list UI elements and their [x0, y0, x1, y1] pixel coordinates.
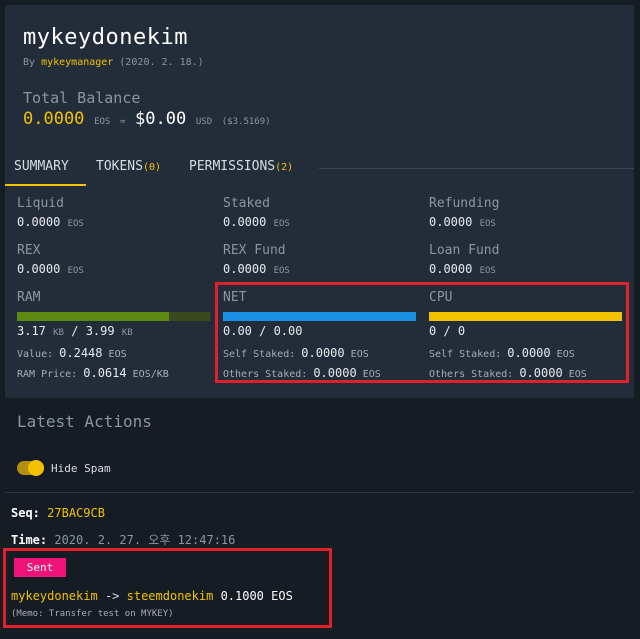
refunding-unit: EOS [479, 219, 496, 229]
staked-value: 0.0000 [223, 215, 267, 229]
ram-total: 3.99 [85, 324, 115, 338]
refunding-label: Refunding [429, 196, 500, 211]
rex-label: REX [17, 243, 41, 258]
liquid-label: Liquid [17, 196, 64, 211]
time-label: Time: [11, 533, 48, 547]
hide-spam-toggle[interactable] [17, 460, 44, 476]
ram-bar-fill [17, 312, 170, 321]
account-byline: By mykeymanager (2020. 2. 18.) [23, 57, 204, 68]
ram-separator: / [71, 324, 79, 338]
rex-value-row: 0.0000 EOS [17, 262, 212, 276]
total-balance-label: Total Balance [23, 89, 141, 107]
tab-summary-label: SUMMARY [14, 159, 69, 174]
ram-used-unit: KB [53, 328, 64, 338]
time-row: Time: 2020. 2. 27. 오후 12:47:16 [11, 531, 235, 548]
liquid-value: 0.0000 [17, 215, 61, 229]
rex-fund-cell: REX Fund 0.0000 EOS [223, 243, 418, 276]
staked-value-row: 0.0000 EOS [223, 215, 418, 229]
tab-summary[interactable]: SUMMARY [14, 159, 69, 174]
liquid-unit: EOS [67, 219, 84, 229]
ram-value-unit: EOS [108, 349, 127, 360]
ram-used: 3.17 [17, 324, 46, 338]
ram-bar-track [17, 312, 210, 321]
ram-cell: RAM [17, 290, 212, 305]
ram-price-row: RAM Price: 0.0614 EOS/KB [17, 366, 169, 380]
total-balance-row: 0.0000 EOS ≈ $0.00 USD ($3.5169) [23, 109, 271, 129]
refunding-cell: Refunding 0.0000 EOS [429, 196, 624, 229]
created-date: (2020. 2. 18.) [119, 57, 204, 68]
ram-label: RAM [17, 290, 41, 305]
loan-fund-cell: Loan Fund 0.0000 EOS [429, 243, 624, 276]
staked-label: Staked [223, 196, 270, 211]
rex-value: 0.0000 [17, 262, 61, 276]
staked-cell: Staked 0.0000 EOS [223, 196, 418, 229]
latest-actions-title: Latest Actions [17, 412, 152, 431]
tab-tokens-count: (0) [142, 162, 162, 173]
net-cpu-highlight-box [215, 282, 629, 383]
tab-permissions-label: PERMISSIONS [189, 159, 276, 174]
time-value: 2020. 2. 27. 오후 12:47:16 [54, 533, 236, 547]
rex-fund-value-row: 0.0000 EOS [223, 262, 418, 276]
eos-balance: 0.0000 [23, 109, 85, 129]
rex-fund-label: REX Fund [223, 243, 286, 258]
usd-balance: $0.00 [135, 109, 187, 129]
tab-permissions-count: (2) [275, 162, 294, 173]
tab-tokens[interactable]: TOKENS(0) [96, 159, 161, 174]
ram-price-label: RAM Price: [17, 369, 78, 380]
liquid-value-row: 0.0000 EOS [17, 215, 212, 229]
ram-value: 0.2448 [59, 346, 103, 360]
eos-unit: EOS [94, 117, 111, 127]
ram-price: 0.0614 [83, 366, 127, 380]
seq-label: Seq: [11, 506, 40, 520]
actions-divider [5, 492, 634, 493]
ram-total-unit: KB [121, 328, 133, 338]
seq-link[interactable]: 27BAC9CB [47, 506, 105, 520]
seq-row: Seq: 27BAC9CB [11, 506, 105, 520]
approx-sign: ≈ [119, 117, 126, 127]
staked-unit: EOS [273, 219, 290, 229]
active-tab-indicator [5, 184, 86, 186]
ram-price-unit: EOS/KB [132, 369, 169, 380]
liquid-cell: Liquid 0.0000 EOS [17, 196, 212, 229]
tab-bar: SUMMARY TOKENS(0) PERMISSIONS(2) [5, 155, 634, 187]
action-highlight-box [3, 548, 332, 628]
refunding-value-row: 0.0000 EOS [429, 215, 624, 229]
loan-fund-label: Loan Fund [429, 243, 500, 258]
rex-fund-unit: EOS [273, 266, 290, 276]
tab-permissions[interactable]: PERMISSIONS(2) [189, 159, 293, 174]
loan-fund-value: 0.0000 [429, 262, 473, 276]
usd-unit: USD [195, 117, 213, 127]
ram-value-label: Value: [17, 349, 54, 360]
ram-usage: 3.17 KB / 3.99 KB [17, 324, 133, 338]
ram-value-row: Value: 0.2448 EOS [17, 346, 127, 360]
rex-cell: REX 0.0000 EOS [17, 243, 212, 276]
loan-fund-value-row: 0.0000 EOS [429, 262, 624, 276]
loan-fund-unit: EOS [479, 266, 496, 276]
rex-fund-value: 0.0000 [223, 262, 267, 276]
account-name: mykeydonekim [23, 25, 188, 50]
rex-unit: EOS [67, 266, 84, 276]
tab-divider [319, 168, 634, 169]
tab-tokens-label: TOKENS [96, 159, 143, 174]
creator-link[interactable]: mykeymanager [41, 57, 113, 68]
by-prefix: By [23, 57, 36, 68]
toggle-knob [28, 460, 44, 476]
refunding-value: 0.0000 [429, 215, 473, 229]
hide-spam-label: Hide Spam [51, 462, 111, 475]
eos-price: ($3.5169) [221, 117, 271, 127]
